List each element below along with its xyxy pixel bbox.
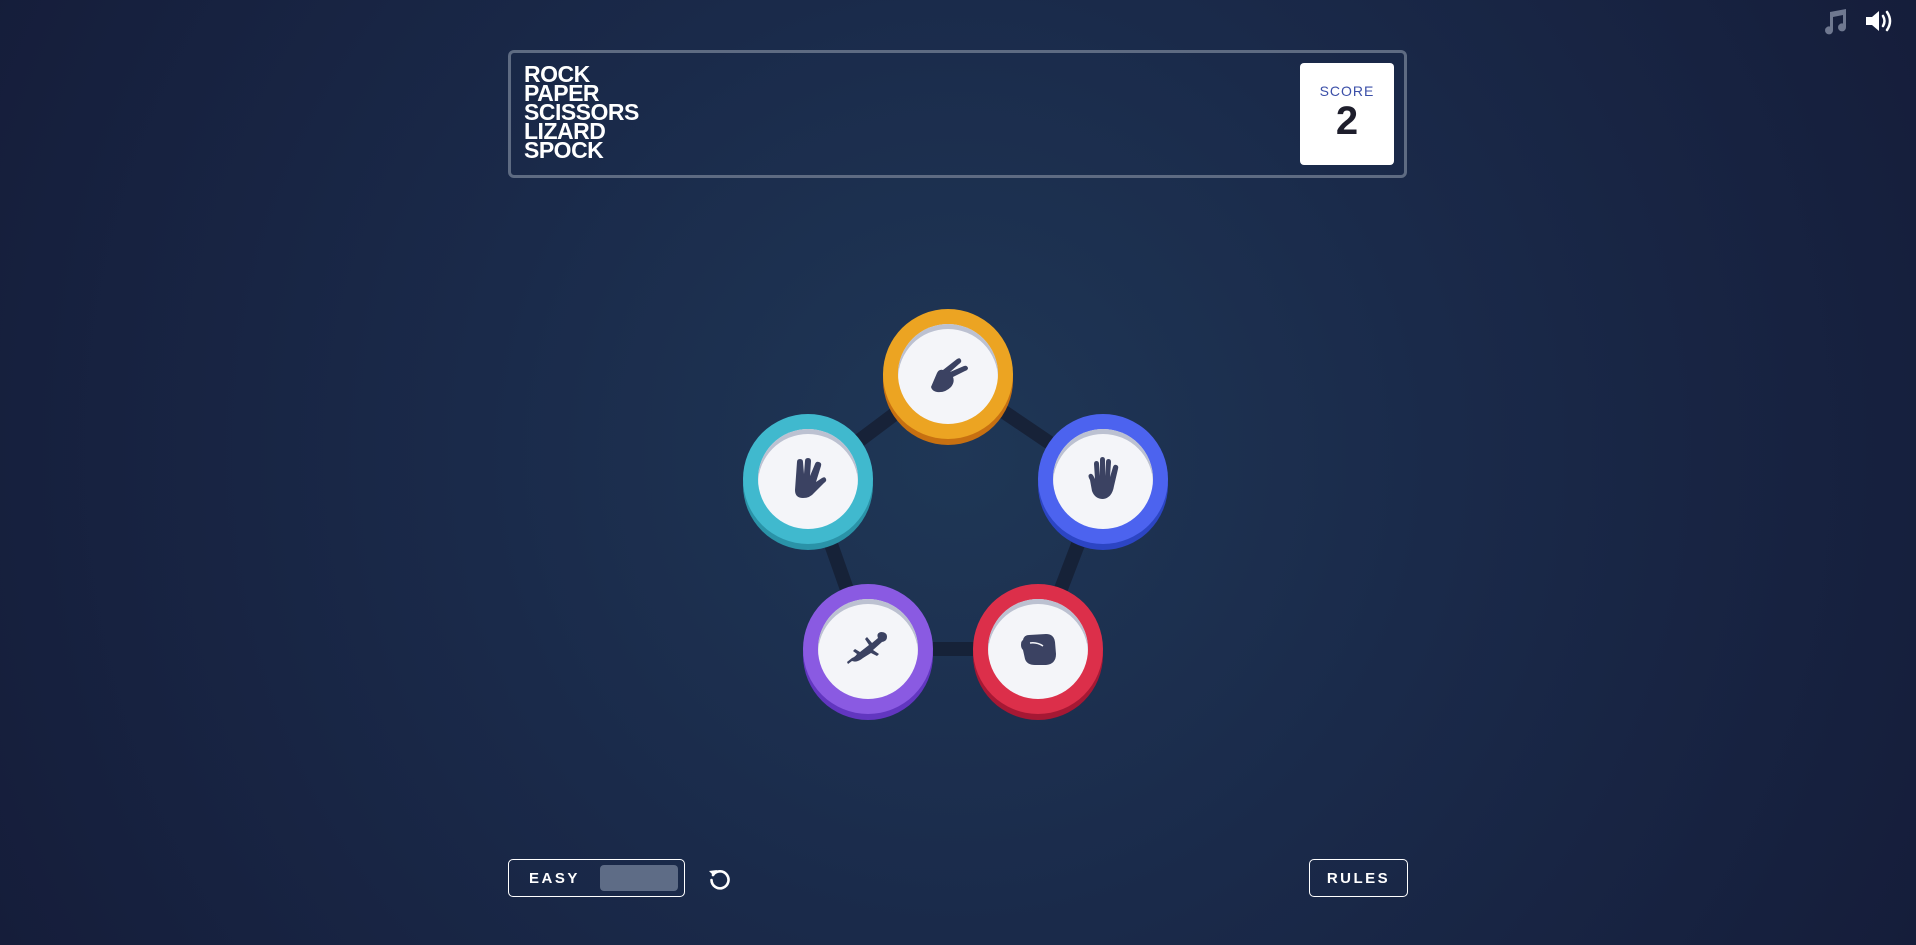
lizard-icon [847, 632, 887, 664]
score-value: 2 [1335, 99, 1359, 143]
open-hand-icon [1088, 457, 1119, 499]
reset-icon [709, 870, 730, 890]
rock-token[interactable] [973, 584, 1103, 714]
speaker-volume-icon[interactable] [1862, 4, 1896, 38]
lizard-token[interactable] [803, 584, 933, 714]
reset-button[interactable] [705, 864, 735, 894]
game-header: ROCK PAPER SCISSORS LIZARD SPOCK SCORE 2 [508, 50, 1407, 178]
vulcan-salute-icon [795, 458, 827, 498]
scissors-hand-icon [931, 358, 968, 393]
title-line-spock: SPOCK [524, 137, 604, 163]
spock-token[interactable] [743, 414, 873, 544]
score-box: SCORE 2 [1300, 63, 1394, 165]
difficulty-switch[interactable] [600, 865, 678, 891]
paper-token[interactable] [1038, 414, 1168, 544]
score-label: SCORE [1319, 83, 1375, 99]
difficulty-toggle-button[interactable]: EASY [508, 859, 685, 897]
difficulty-label: EASY [529, 869, 580, 887]
rules-button[interactable]: RULES [1309, 859, 1408, 897]
fist-icon [1021, 634, 1056, 665]
music-note-icon[interactable] [1818, 4, 1852, 38]
scissors-token[interactable] [883, 309, 1013, 439]
audio-controls [1818, 4, 1896, 38]
game-title: ROCK PAPER SCISSORS LIZARD SPOCK [524, 63, 639, 163]
